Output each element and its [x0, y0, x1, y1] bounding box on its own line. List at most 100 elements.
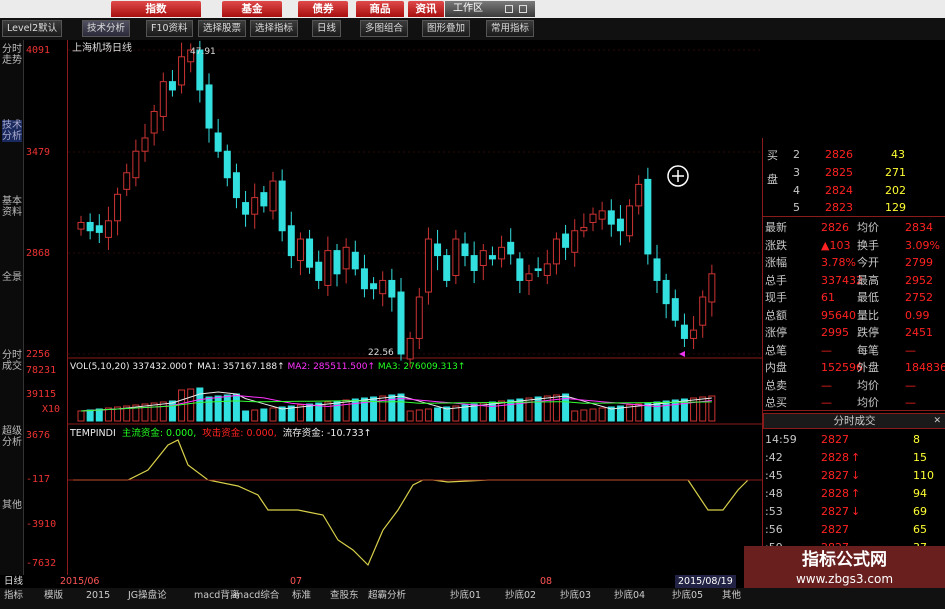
minimize-icon[interactable] [505, 5, 513, 13]
quote-row: 涨幅 3.78% 今开 2799 [765, 256, 933, 269]
menu-tab-fund[interactable]: 基金 [222, 1, 282, 17]
volume-bar [653, 401, 661, 422]
candle [607, 210, 615, 225]
side-tab-panorama[interactable]: 全景 [2, 272, 22, 283]
bottom-tab[interactable]: JG操盘论 [128, 589, 167, 602]
bottom-tab[interactable]: 标准 [292, 589, 311, 602]
candle [205, 84, 213, 129]
main-capital-value: 主流资金: 0.000, [121, 428, 197, 439]
bottom-tab[interactable]: 抄底03 [560, 589, 591, 602]
volume-bar [498, 400, 506, 422]
candle [543, 263, 551, 276]
flow-capital-value: 流存资金: -10.733↑ [282, 428, 372, 439]
bottom-tab[interactable]: 超霸分析 [368, 589, 406, 602]
side-tab-intraday[interactable]: 分时走势 [2, 44, 22, 66]
kline-chart[interactable] [68, 40, 762, 575]
candle [278, 180, 286, 232]
date-end-label: 2015/08/19 [675, 575, 736, 588]
toolbar-overlay[interactable]: 图形叠加 [422, 20, 471, 37]
candle [525, 273, 533, 281]
candle [242, 202, 250, 215]
quote-row: 总笔 — 每笔 — [765, 343, 916, 357]
volume-bar [488, 401, 496, 422]
volume-bar [187, 388, 195, 422]
candle [104, 220, 112, 238]
trade-row: :48 2828 ↑ 94 [765, 487, 927, 500]
price-tick-label: 2256 [26, 349, 51, 360]
candle [214, 132, 222, 152]
bottom-tab[interactable]: 其他 [722, 589, 741, 602]
candle [132, 150, 140, 179]
bottom-tab[interactable]: 模版 [44, 589, 63, 602]
volume-panel-header: VOL(5,10,20) 337432.000↑ MA1: 357167.188… [70, 362, 465, 372]
side-tab-super-analysis[interactable]: 超级分析 [2, 426, 22, 448]
bottom-tab[interactable]: 抄底01 [450, 589, 481, 602]
candle [296, 238, 304, 262]
candle [351, 251, 359, 270]
side-tab-fundamental[interactable]: 基本资料 [2, 196, 22, 218]
toolbar-select-stock[interactable]: 选择股票 [198, 20, 247, 37]
candle [260, 192, 268, 207]
toolbar: Level2默认 技术分析 F10资料 选择股票 选择指标 日线 多图组合 图形… [0, 18, 945, 40]
volume-bar [370, 396, 378, 422]
toolbar-tech-analysis[interactable]: 技术分析 [82, 20, 131, 37]
menu-tab-index[interactable]: 指数 [111, 1, 201, 17]
low-price-label: 22.56 [368, 348, 394, 358]
candle [333, 250, 341, 275]
indicator-tick-label: 3676 [26, 430, 51, 441]
menu-tab-commodity[interactable]: 商品 [356, 1, 404, 17]
volume-bar [415, 409, 423, 422]
indicator-panel-header: TEMPINDI 主流资金: 0.000, 攻击资金: 0.000, 流存资金:… [70, 425, 372, 439]
side-tab-other[interactable]: 其他 [2, 500, 22, 511]
toolbar-f10[interactable]: F10资料 [146, 20, 193, 37]
menu-tab-bond[interactable]: 债券 [298, 1, 348, 17]
bottom-tab[interactable]: 2015 [86, 589, 110, 602]
quote-row: 最新 2826 均价 2834 [765, 221, 933, 234]
bottom-tab[interactable]: 抄底02 [505, 589, 536, 602]
indicator-tick-label: -7632 [26, 558, 57, 569]
menu-tab-news[interactable]: 资讯 [408, 1, 444, 17]
candle [370, 283, 378, 290]
watermark-url: www.zbgs3.com [795, 572, 894, 586]
volume-bar [205, 396, 213, 422]
candle [86, 221, 94, 232]
quote-row: 现手 61 最低 2752 [765, 291, 933, 304]
bottom-tab[interactable]: 抄底04 [614, 589, 645, 602]
volume-bar [168, 400, 176, 422]
maximize-icon[interactable] [519, 5, 527, 13]
volume-bar [525, 397, 533, 422]
candle [434, 243, 442, 257]
toolbar-multi-chart[interactable]: 多图组合 [360, 20, 409, 37]
bottom-tab[interactable]: macd背离 [194, 589, 239, 602]
candle [232, 172, 240, 199]
workspace-button[interactable]: 工作区 [445, 1, 535, 17]
candle [315, 261, 323, 281]
quote-row: 总卖 — 均价 — [765, 378, 916, 392]
watermark: 指标公式网 www.zbgs3.com [744, 546, 945, 588]
period-label[interactable]: 日线 [4, 575, 23, 588]
toolbar-level2-default[interactable]: Level2默认 [2, 20, 63, 37]
volume-bar [589, 408, 597, 422]
bottom-tab[interactable]: 抄底05 [672, 589, 703, 602]
volume-bar [86, 409, 94, 422]
close-icon[interactable]: ✕ [933, 414, 941, 428]
candle [662, 279, 670, 305]
toolbar-select-indicator[interactable]: 选择指标 [250, 20, 299, 37]
toolbar-daily[interactable]: 日线 [312, 20, 342, 37]
side-tab-trades[interactable]: 分时成交 [2, 350, 22, 372]
volume-bar [434, 407, 442, 422]
order-book-row: 2 2826 43 [793, 148, 905, 161]
candle [397, 291, 405, 355]
toolbar-common-indicator[interactable]: 常用指标 [486, 20, 535, 37]
bottom-tab[interactable]: macd综合 [234, 589, 279, 602]
date-start-label: 2015/06 [60, 576, 100, 587]
trades-panel-title: 分时成交 ✕ [763, 413, 945, 429]
side-tab-technical[interactable]: 技术分析 [2, 120, 22, 142]
candle [635, 183, 643, 207]
bottom-tab[interactable]: 指标 [4, 589, 23, 602]
candle [123, 172, 131, 190]
price-panel-title: 上海机场日线 [72, 43, 132, 54]
candle [598, 210, 606, 220]
bottom-tab[interactable]: 查股东 [330, 589, 359, 602]
watermark-title: 指标公式网 [802, 550, 887, 570]
